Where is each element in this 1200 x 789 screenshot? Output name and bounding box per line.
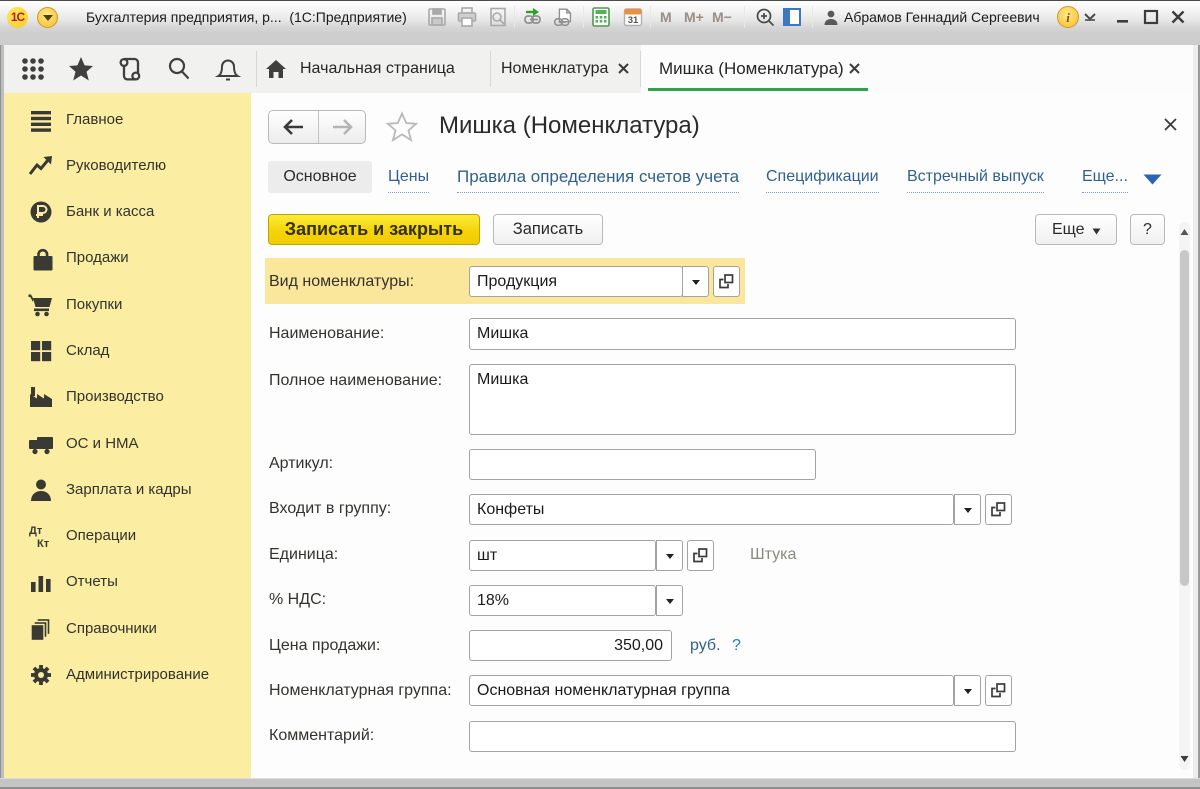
svg-text:Дт: Дт xyxy=(29,525,43,537)
svg-text:Кт: Кт xyxy=(37,538,50,549)
svg-text:31: 31 xyxy=(628,15,639,26)
